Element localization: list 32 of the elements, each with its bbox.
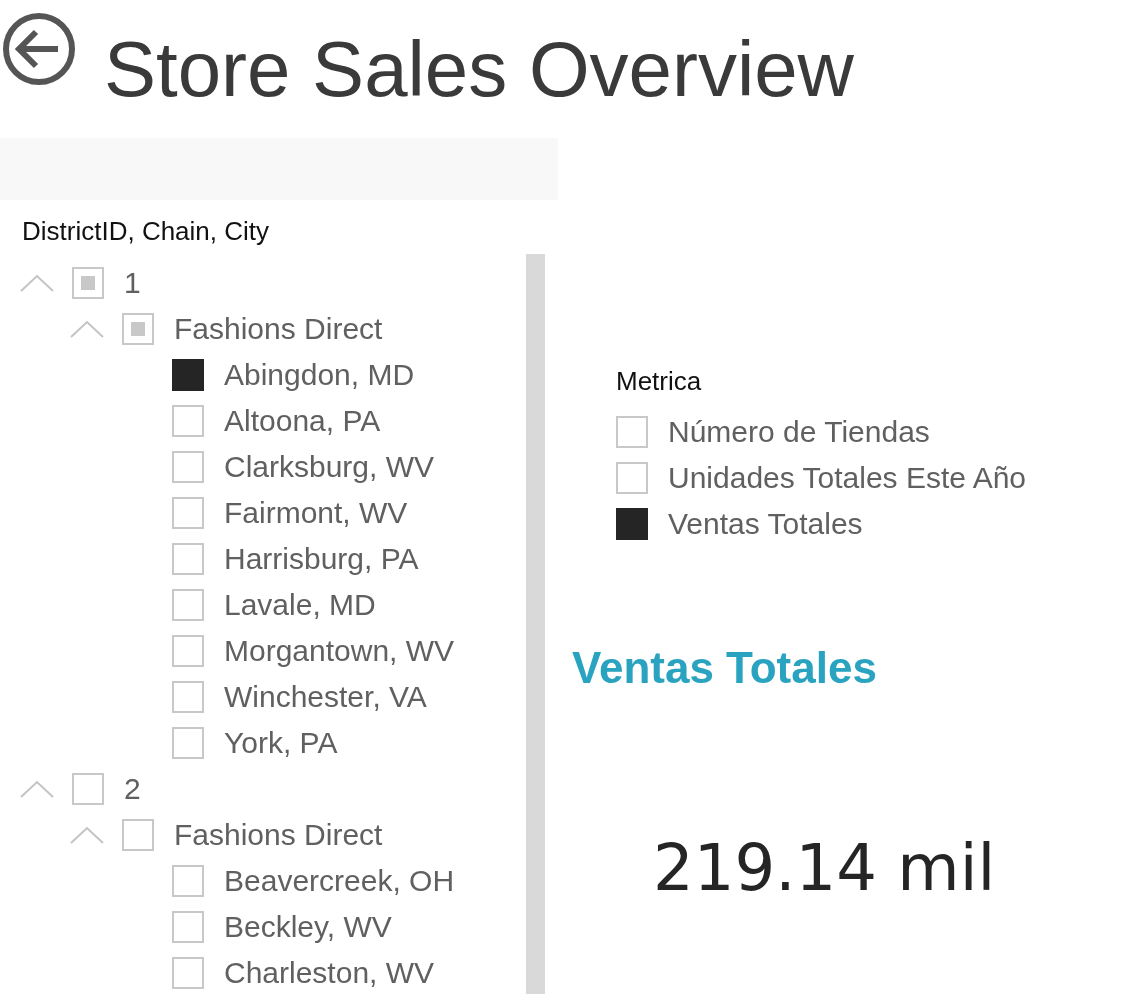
slicer-title: DistrictID, Chain, City <box>21 215 271 248</box>
scrollbar[interactable] <box>526 254 545 994</box>
tree-item-label[interactable]: Morgantown, WV <box>224 634 455 668</box>
chevron-up-icon[interactable] <box>70 826 104 844</box>
tree-item-label[interactable]: Charleston, WV <box>224 956 435 990</box>
tree-item-label[interactable]: Fashions Direct <box>174 312 383 346</box>
metric-option-label[interactable]: Número de Tiendas <box>668 415 930 449</box>
tree-item-label[interactable]: Abingdon, MD <box>224 358 415 392</box>
chevron-up-icon[interactable] <box>70 320 104 338</box>
card-title: Ventas Totales <box>572 643 878 693</box>
tree-item-label[interactable]: Beckley, WV <box>224 910 392 944</box>
metric-option-label[interactable]: Ventas Totales <box>668 507 863 541</box>
tree-item-label[interactable]: Lavale, MD <box>224 588 376 622</box>
metric-option-label[interactable]: Unidades Totales Este Año <box>668 461 1027 495</box>
tree-item-label[interactable]: York, PA <box>224 726 338 760</box>
checkbox[interactable] <box>172 359 204 391</box>
tree-item-label[interactable]: Altoona, PA <box>224 404 381 438</box>
card-value: 219.14 mil <box>653 831 997 905</box>
chevron-up-icon[interactable] <box>20 780 54 798</box>
tree-item-label[interactable]: 1 <box>124 266 141 300</box>
tree-item-label[interactable]: Fashions Direct <box>174 818 383 852</box>
back-button[interactable] <box>2 12 76 86</box>
tree-item-label[interactable]: Winchester, VA <box>224 680 427 714</box>
tree-item-label[interactable]: Beavercreek, OH <box>224 864 455 898</box>
page-title: Store Sales Overview <box>104 30 854 108</box>
checkbox[interactable] <box>616 508 648 540</box>
chevron-up-icon[interactable] <box>20 274 54 292</box>
tree-item-label[interactable]: Harrisburg, PA <box>224 542 419 576</box>
tree-item-label[interactable]: Fairmont, WV <box>224 496 408 530</box>
tree-item-label[interactable]: Clarksburg, WV <box>224 450 435 484</box>
slicer-title: Metrica <box>616 366 703 397</box>
tree-item-label[interactable]: 2 <box>124 772 141 806</box>
